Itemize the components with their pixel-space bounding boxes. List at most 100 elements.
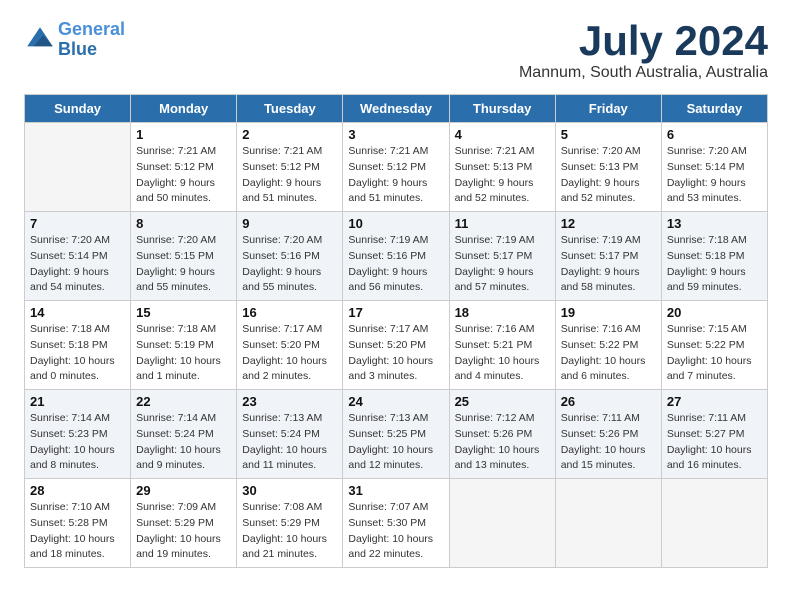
calendar-cell: 9Sunrise: 7:20 AMSunset: 5:16 PMDaylight… [237,212,343,301]
calendar-cell: 30 Sunrise: 7:08 AMSunset: 5:29 PMDayligh… [237,479,343,568]
calendar-cell: 2 Sunrise: 7:21 AMSunset: 5:12 PMDaylight… [237,123,343,212]
day-detail: Sunrise: 7:20 AMSunset: 5:15 PMDaylight:… [136,233,231,296]
calendar-cell: 8 Sunrise: 7:20 AMSunset: 5:15 PMDaylight… [131,212,237,301]
day-detail: Sunrise: 7:17 AMSunset: 5:20 PMDaylight:… [348,322,443,385]
calendar-cell: 28 Sunrise: 7:10 AMSunset: 5:28 PMDayligh… [25,479,131,568]
calendar-cell: 13 Sunrise: 7:18 AMSunset: 5:18 PMDayligh… [661,212,767,301]
page-header: General Blue July 2024 Mannum, South Aus… [24,20,768,82]
day-detail: Sunrise: 7:21 AMSunset: 5:13 PMDaylight:… [455,144,550,207]
day-number: 11 [455,216,550,231]
calendar-week-row: 28 Sunrise: 7:10 AMSunset: 5:28 PMDayligh… [25,479,768,568]
day-number: 13 [667,216,762,231]
day-detail: Sunrise: 7:21 AMSunset: 5:12 PMDaylight:… [136,144,231,207]
calendar-cell: 1 Sunrise: 7:21 AMSunset: 5:12 PMDaylight… [131,123,237,212]
month-title: July 2024 [519,20,768,62]
header-day-wednesday: Wednesday [343,95,449,123]
day-number: 27 [667,394,762,409]
header-day-tuesday: Tuesday [237,95,343,123]
day-number: 8 [136,216,231,231]
logo-text: General Blue [58,20,125,60]
calendar-cell [449,479,555,568]
day-detail: Sunrise: 7:08 AMSunset: 5:29 PMDaylight:… [242,500,337,563]
day-detail: Sunrise: 7:19 AMSunset: 5:17 PMDaylight:… [455,233,550,296]
day-detail: Sunrise: 7:10 AMSunset: 5:28 PMDaylight:… [30,500,125,563]
calendar-cell: 11 Sunrise: 7:19 AMSunset: 5:17 PMDayligh… [449,212,555,301]
calendar-cell: 19 Sunrise: 7:16 AMSunset: 5:22 PMDayligh… [555,301,661,390]
calendar-cell: 18 Sunrise: 7:16 AMSunset: 5:21 PMDayligh… [449,301,555,390]
day-number: 4 [455,127,550,142]
day-number: 10 [348,216,443,231]
day-number: 18 [455,305,550,320]
header-day-sunday: Sunday [25,95,131,123]
day-detail: Sunrise: 7:14 AMSunset: 5:24 PMDaylight:… [136,411,231,474]
day-number: 31 [348,483,443,498]
logo: General Blue [24,20,125,60]
calendar-cell: 3 Sunrise: 7:21 AMSunset: 5:12 PMDaylight… [343,123,449,212]
day-detail: Sunrise: 7:11 AMSunset: 5:26 PMDaylight:… [561,411,656,474]
day-number: 1 [136,127,231,142]
day-detail: Sunrise: 7:15 AMSunset: 5:22 PMDaylight:… [667,322,762,385]
day-detail: Sunrise: 7:11 AMSunset: 5:27 PMDaylight:… [667,411,762,474]
header-day-monday: Monday [131,95,237,123]
calendar-cell [25,123,131,212]
calendar-week-row: 14 Sunrise: 7:18 AMSunset: 5:18 PMDayligh… [25,301,768,390]
calendar-cell: 29 Sunrise: 7:09 AMSunset: 5:29 PMDayligh… [131,479,237,568]
calendar-cell: 6Sunrise: 7:20 AMSunset: 5:14 PMDaylight… [661,123,767,212]
calendar-week-row: 21 Sunrise: 7:14 AMSunset: 5:23 PMDayligh… [25,390,768,479]
calendar-week-row: 7Sunrise: 7:20 AMSunset: 5:14 PMDaylight… [25,212,768,301]
day-number: 30 [242,483,337,498]
day-number: 2 [242,127,337,142]
day-number: 25 [455,394,550,409]
calendar-cell: 22Sunrise: 7:14 AMSunset: 5:24 PMDayligh… [131,390,237,479]
logo-icon [24,24,56,56]
day-number: 14 [30,305,125,320]
day-number: 26 [561,394,656,409]
day-detail: Sunrise: 7:20 AMSunset: 5:14 PMDaylight:… [667,144,762,207]
calendar-cell: 25Sunrise: 7:12 AMSunset: 5:26 PMDayligh… [449,390,555,479]
day-detail: Sunrise: 7:18 AMSunset: 5:18 PMDaylight:… [30,322,125,385]
day-number: 21 [30,394,125,409]
location-title: Mannum, South Australia, Australia [519,64,768,82]
calendar-week-row: 1 Sunrise: 7:21 AMSunset: 5:12 PMDaylight… [25,123,768,212]
day-detail: Sunrise: 7:19 AMSunset: 5:17 PMDaylight:… [561,233,656,296]
day-number: 12 [561,216,656,231]
header-day-thursday: Thursday [449,95,555,123]
calendar-cell: 17Sunrise: 7:17 AMSunset: 5:20 PMDayligh… [343,301,449,390]
calendar-cell: 26 Sunrise: 7:11 AMSunset: 5:26 PMDayligh… [555,390,661,479]
calendar-cell: 31 Sunrise: 7:07 AMSunset: 5:30 PMDayligh… [343,479,449,568]
day-number: 3 [348,127,443,142]
calendar-cell: 20Sunrise: 7:15 AMSunset: 5:22 PMDayligh… [661,301,767,390]
calendar-cell: 16 Sunrise: 7:17 AMSunset: 5:20 PMDayligh… [237,301,343,390]
day-detail: Sunrise: 7:21 AMSunset: 5:12 PMDaylight:… [242,144,337,207]
day-detail: Sunrise: 7:09 AMSunset: 5:29 PMDaylight:… [136,500,231,563]
day-detail: Sunrise: 7:16 AMSunset: 5:21 PMDaylight:… [455,322,550,385]
day-number: 5 [561,127,656,142]
day-number: 16 [242,305,337,320]
day-number: 9 [242,216,337,231]
day-detail: Sunrise: 7:13 AMSunset: 5:24 PMDaylight:… [242,411,337,474]
calendar-cell: 5 Sunrise: 7:20 AMSunset: 5:13 PMDaylight… [555,123,661,212]
calendar-cell: 7Sunrise: 7:20 AMSunset: 5:14 PMDaylight… [25,212,131,301]
day-detail: Sunrise: 7:14 AMSunset: 5:23 PMDaylight:… [30,411,125,474]
day-detail: Sunrise: 7:20 AMSunset: 5:13 PMDaylight:… [561,144,656,207]
calendar-cell [555,479,661,568]
day-number: 28 [30,483,125,498]
day-number: 19 [561,305,656,320]
day-detail: Sunrise: 7:21 AMSunset: 5:12 PMDaylight:… [348,144,443,207]
day-detail: Sunrise: 7:18 AMSunset: 5:18 PMDaylight:… [667,233,762,296]
calendar-cell: 12 Sunrise: 7:19 AMSunset: 5:17 PMDayligh… [555,212,661,301]
calendar-cell: 21 Sunrise: 7:14 AMSunset: 5:23 PMDayligh… [25,390,131,479]
calendar-cell: 10 Sunrise: 7:19 AMSunset: 5:16 PMDayligh… [343,212,449,301]
day-detail: Sunrise: 7:17 AMSunset: 5:20 PMDaylight:… [242,322,337,385]
calendar-table: SundayMondayTuesdayWednesdayThursdayFrid… [24,94,768,568]
day-detail: Sunrise: 7:07 AMSunset: 5:30 PMDaylight:… [348,500,443,563]
calendar-cell: 15Sunrise: 7:18 AMSunset: 5:19 PMDayligh… [131,301,237,390]
header-day-saturday: Saturday [661,95,767,123]
day-detail: Sunrise: 7:16 AMSunset: 5:22 PMDaylight:… [561,322,656,385]
day-detail: Sunrise: 7:13 AMSunset: 5:25 PMDaylight:… [348,411,443,474]
calendar-cell: 4 Sunrise: 7:21 AMSunset: 5:13 PMDaylight… [449,123,555,212]
day-number: 29 [136,483,231,498]
day-detail: Sunrise: 7:19 AMSunset: 5:16 PMDaylight:… [348,233,443,296]
calendar-cell [661,479,767,568]
calendar-cell: 14 Sunrise: 7:18 AMSunset: 5:18 PMDayligh… [25,301,131,390]
